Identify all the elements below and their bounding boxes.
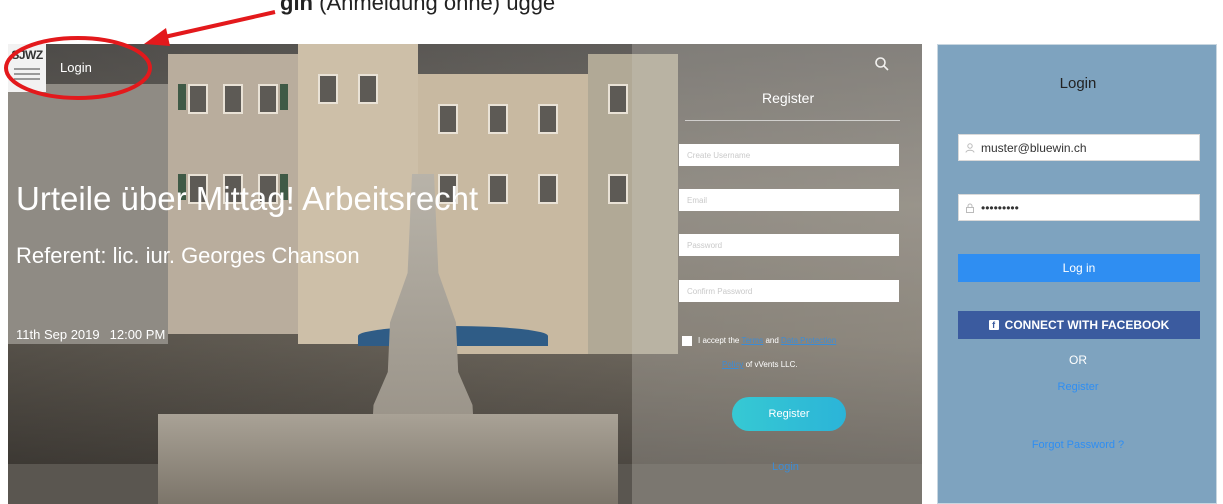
terms-checkbox[interactable] xyxy=(682,335,692,346)
fountain-basin xyxy=(158,414,618,504)
login-password-field[interactable] xyxy=(958,194,1200,221)
event-datetime: 11th Sep 2019 12:00 PM xyxy=(16,327,165,342)
register-title: Register xyxy=(762,90,815,106)
policy-link[interactable]: Policy xyxy=(722,360,743,369)
login-email-field[interactable] xyxy=(958,134,1200,161)
site-logo[interactable]: SJWZ xyxy=(8,44,46,92)
or-divider: OR xyxy=(1069,353,1087,367)
register-panel: Register I accept the Terms and Data Pro… xyxy=(632,44,922,504)
register-button[interactable]: Register xyxy=(732,397,846,431)
facebook-icon: f xyxy=(988,320,999,330)
terms-suffix: of vVents LLC. xyxy=(745,360,798,369)
logo-text: SJWZ xyxy=(11,48,43,62)
terms-and: and xyxy=(765,336,779,345)
login-button[interactable]: Log in xyxy=(958,254,1200,282)
building-window xyxy=(188,84,208,114)
event-date: 11th Sep 2019 xyxy=(16,327,100,342)
create-username-input[interactable] xyxy=(679,144,899,166)
terms-link[interactable]: Terms xyxy=(741,336,763,345)
event-hero: SJWZ Login Urteile über Mittag! Arbeitsr… xyxy=(8,44,922,504)
event-time: 12:00 PM xyxy=(109,327,166,342)
building-window xyxy=(488,174,508,204)
building-window xyxy=(358,74,378,104)
caption-prefix: gin xyxy=(280,0,313,15)
event-title: Urteile über Mittag! Arbeitsrecht xyxy=(16,180,479,217)
login-title: Login xyxy=(1059,75,1097,92)
building-window xyxy=(608,174,628,204)
register-divider xyxy=(685,120,900,121)
login-panel: Login Log in f CONNECT WITH FACEBOOK OR R… xyxy=(937,44,1217,504)
user-icon xyxy=(965,142,975,153)
forgot-password-link[interactable]: Forgot Password ? xyxy=(938,439,1218,451)
register-email-input[interactable] xyxy=(679,189,899,211)
login-register-link[interactable]: Register xyxy=(938,381,1218,393)
logo-lines xyxy=(14,65,40,83)
window-shutter xyxy=(178,84,186,110)
building-window xyxy=(223,84,243,114)
building-window xyxy=(258,84,278,114)
caption-rest: (Anmeldung ohne) ügge xyxy=(313,0,556,15)
terms-acceptance: I accept the Terms and Data Protection P… xyxy=(682,329,902,377)
window-shutter xyxy=(280,84,288,110)
lock-icon xyxy=(966,203,974,213)
building-window xyxy=(438,104,458,134)
building-window xyxy=(488,104,508,134)
register-password-input[interactable] xyxy=(679,234,899,256)
facebook-button-label: CONNECT WITH FACEBOOK xyxy=(1004,318,1170,332)
login-password-input[interactable] xyxy=(981,200,1191,215)
nav-login-link[interactable]: Login xyxy=(60,60,92,75)
building-window xyxy=(318,74,338,104)
confirm-password-input[interactable] xyxy=(679,280,899,302)
register-login-link[interactable]: Login xyxy=(772,461,799,473)
building-window xyxy=(608,84,628,114)
building-window xyxy=(538,104,558,134)
annotation-caption: gin (Anmeldung ohne) ügge xyxy=(280,0,555,16)
event-speaker: Referent: lic. iur. Georges Chanson xyxy=(16,243,360,268)
connect-facebook-button[interactable]: f CONNECT WITH FACEBOOK xyxy=(958,311,1200,339)
login-email-input[interactable] xyxy=(981,140,1191,155)
data-protection-link[interactable]: Data Protection xyxy=(781,336,836,345)
terms-prefix: I accept the xyxy=(698,336,740,345)
building-window xyxy=(538,174,558,204)
